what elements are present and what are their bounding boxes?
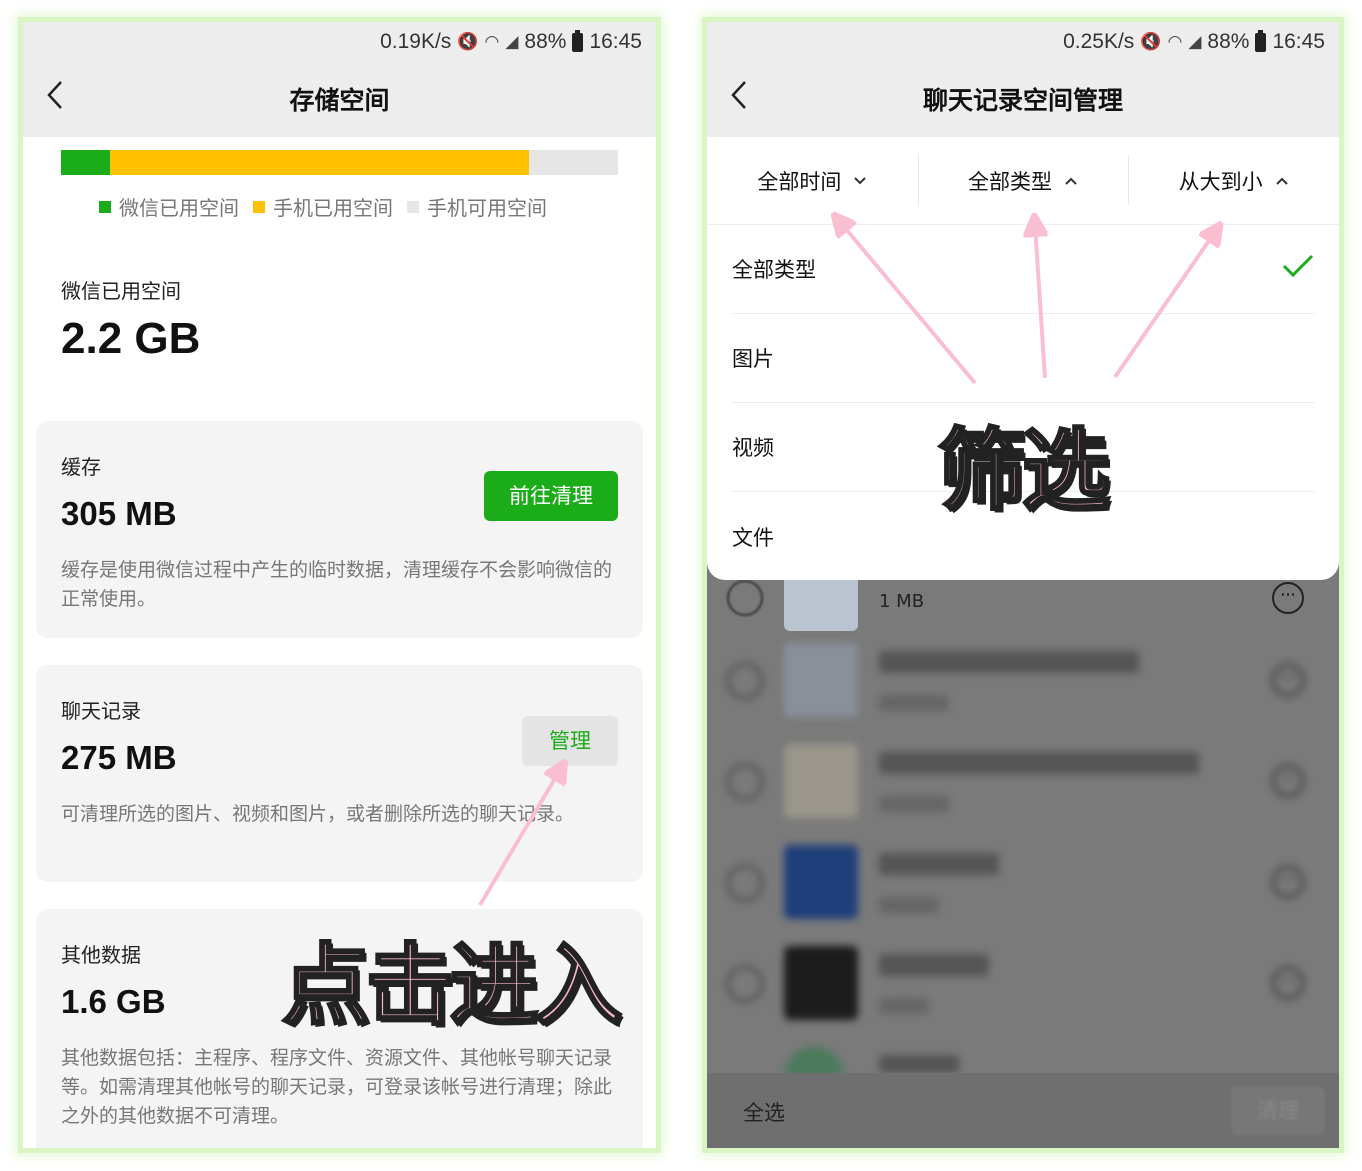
option-all-types[interactable]: 全部类型 bbox=[732, 225, 1314, 314]
list-item[interactable]: ··· bbox=[707, 629, 1339, 730]
select-radio[interactable] bbox=[727, 865, 763, 901]
header: 0.19K/s 🔇 ◠ ◢ 88% 16:45 存储空间 bbox=[23, 22, 656, 137]
usage-legend: 微信已用空间 手机已用空间 手机可用空间 bbox=[99, 192, 547, 221]
chat-storage-screen: 1 MB ··· ··· ··· ··· ··· 全选 清理 0.25K/s 🔇… bbox=[707, 22, 1339, 1148]
legend-item-wechat: 微信已用空间 bbox=[99, 192, 239, 221]
battery-percent: 88% bbox=[1207, 30, 1250, 53]
check-icon bbox=[1282, 254, 1314, 278]
chevron-down-icon bbox=[854, 176, 867, 184]
page-title: 存储空间 bbox=[289, 86, 390, 115]
cache-description: 缓存是使用微信过程中产生的临时数据，清理缓存不会影响微信的正常使用。 bbox=[61, 559, 613, 610]
option-images[interactable]: 图片 bbox=[732, 314, 1314, 403]
usage-segment-phone bbox=[110, 150, 529, 175]
tab-label: 从大到小 bbox=[1178, 169, 1263, 194]
option-label: 全部类型 bbox=[732, 258, 816, 282]
chat-history-label: 聊天记录 bbox=[61, 699, 141, 723]
more-icon[interactable]: ··· bbox=[1272, 765, 1304, 797]
select-radio[interactable] bbox=[727, 764, 763, 800]
manage-button[interactable]: 管理 bbox=[522, 716, 618, 766]
tab-type-filter[interactable]: 全部类型 bbox=[917, 137, 1129, 224]
filter-tabs: 全部时间 全部类型 从大到小 bbox=[707, 137, 1339, 225]
other-data-label: 其他数据 bbox=[61, 943, 141, 967]
clean-cache-button[interactable]: 前往清理 bbox=[484, 471, 618, 521]
chat-avatar bbox=[784, 845, 858, 919]
more-icon[interactable]: ··· bbox=[1272, 866, 1304, 898]
battery-icon bbox=[572, 29, 584, 52]
tab-label: 全部时间 bbox=[757, 169, 842, 194]
list-item[interactable]: ··· bbox=[707, 932, 1339, 1033]
page-title: 聊天记录空间管理 bbox=[922, 86, 1123, 115]
wechat-used-value: 2.2 GB bbox=[61, 314, 201, 363]
annotation-filter: 筛选 bbox=[936, 417, 1111, 524]
option-label: 文件 bbox=[732, 525, 774, 550]
status-bar: 0.25K/s 🔇 ◠ ◢ 88% 16:45 bbox=[1063, 29, 1325, 54]
chat-avatar bbox=[784, 643, 858, 717]
other-data-description: 其他数据包括：主程序、程序文件、资源文件、其他帐号聊天记录等。如需清理其他帐号的… bbox=[61, 1047, 613, 1127]
clear-button[interactable]: 清理 bbox=[1231, 1087, 1325, 1135]
more-icon[interactable]: ··· bbox=[1272, 664, 1304, 696]
legend-item-phone-used: 手机已用空间 bbox=[253, 192, 393, 221]
header: 0.25K/s 🔇 ◠ ◢ 88% 16:45 聊天记录空间管理 bbox=[707, 22, 1339, 137]
legend-item-phone-free: 手机可用空间 bbox=[407, 192, 547, 221]
chat-size: 1 MB bbox=[879, 591, 925, 612]
tab-label: 全部类型 bbox=[968, 169, 1052, 194]
list-item[interactable]: ··· bbox=[707, 831, 1339, 932]
cache-value: 305 MB bbox=[61, 495, 177, 532]
signal-icon: ◢ bbox=[1188, 32, 1202, 51]
chat-avatar bbox=[784, 744, 858, 818]
mute-icon: 🔇 bbox=[457, 32, 479, 51]
more-icon[interactable]: ··· bbox=[1272, 582, 1304, 614]
mute-icon: 🔇 bbox=[1140, 32, 1162, 51]
option-label: 视频 bbox=[732, 436, 774, 460]
signal-icon: ◢ bbox=[505, 32, 519, 51]
chat-avatar bbox=[784, 946, 858, 1020]
select-radio[interactable] bbox=[727, 663, 763, 699]
clock: 16:45 bbox=[1272, 30, 1325, 53]
select-radio[interactable] bbox=[727, 580, 763, 616]
battery-icon bbox=[1255, 29, 1267, 52]
storage-usage-bar bbox=[61, 150, 618, 175]
network-speed: 0.25K/s bbox=[1063, 30, 1135, 53]
wifi-icon: ◠ bbox=[1167, 32, 1183, 51]
other-data-value: 1.6 GB bbox=[61, 983, 166, 1020]
tab-sort-order[interactable]: 从大到小 bbox=[1128, 137, 1339, 224]
chat-history-value: 275 MB bbox=[61, 739, 177, 776]
cache-label: 缓存 bbox=[61, 455, 101, 479]
tab-time-filter[interactable]: 全部时间 bbox=[707, 137, 918, 224]
clock: 16:45 bbox=[589, 30, 642, 53]
select-all-button[interactable]: 全选 bbox=[743, 1097, 785, 1127]
list-item[interactable]: ··· bbox=[707, 730, 1339, 831]
wifi-icon: ◠ bbox=[484, 32, 500, 51]
annotation-click-enter: 点击进入 bbox=[280, 932, 623, 1039]
chat-history-description: 可清理所选的图片、视频和图片，或者删除所选的聊天记录。 bbox=[61, 803, 575, 825]
more-icon[interactable]: ··· bbox=[1272, 967, 1304, 999]
chevron-up-icon bbox=[1275, 177, 1288, 185]
battery-percent: 88% bbox=[524, 30, 567, 53]
network-speed: 0.19K/s bbox=[380, 30, 452, 53]
cache-card: 缓存 305 MB 前往清理 缓存是使用微信过程中产生的临时数据，清理缓存不会影… bbox=[36, 421, 643, 638]
wechat-used-label: 微信已用空间 bbox=[61, 279, 181, 303]
option-label: 图片 bbox=[732, 347, 774, 371]
status-bar: 0.19K/s 🔇 ◠ ◢ 88% 16:45 bbox=[380, 29, 642, 54]
bottom-action-bar: 全选 清理 bbox=[707, 1073, 1339, 1148]
chat-history-card: 聊天记录 275 MB 管理 可清理所选的图片、视频和图片，或者删除所选的聊天记… bbox=[36, 665, 643, 882]
chevron-up-icon bbox=[1065, 177, 1077, 185]
select-radio[interactable] bbox=[727, 966, 763, 1002]
usage-segment-wechat bbox=[61, 150, 111, 175]
